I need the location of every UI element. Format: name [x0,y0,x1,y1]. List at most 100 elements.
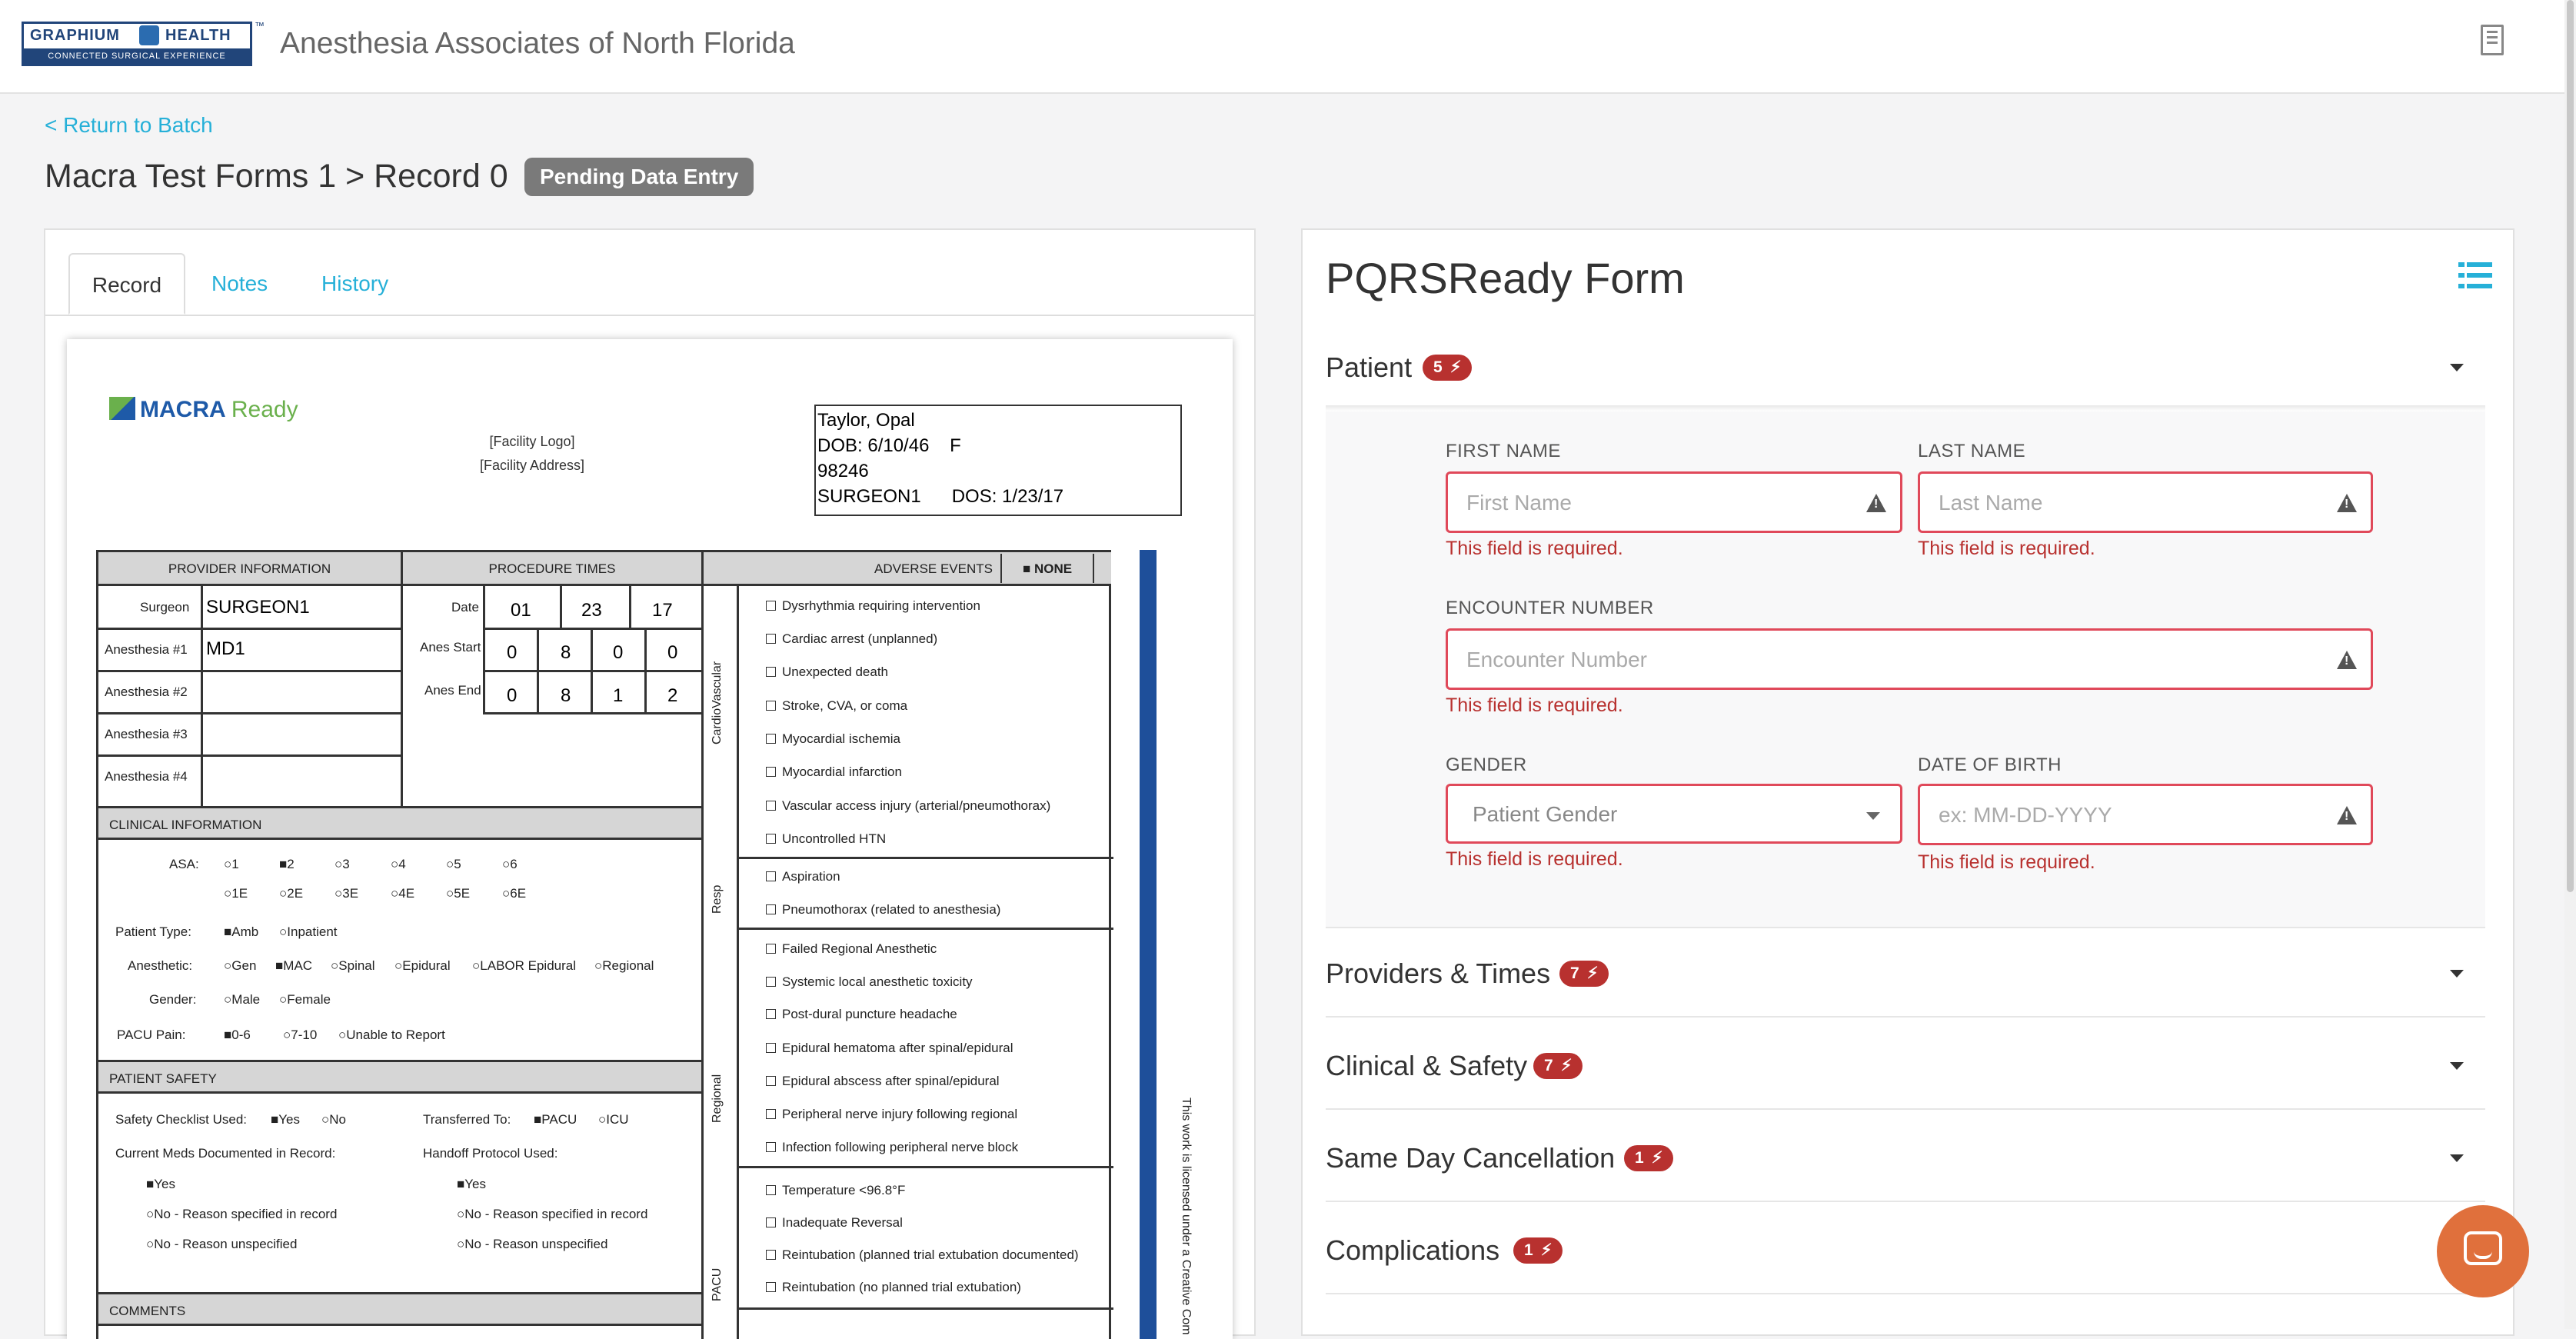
patient-mrn: 98246 [817,461,869,481]
asa-option: ○1 [224,857,239,871]
last-name-input[interactable] [1937,474,2301,532]
chevron-down-icon[interactable] [2450,1154,2464,1162]
gender-select[interactable]: Patient Gender [1446,784,1902,844]
divider [737,586,739,1339]
warning-icon [2337,494,2357,512]
provider-label: Anesthesia #4 [105,769,188,784]
meds-label: Current Meds Documented in Record: [115,1146,336,1161]
last-name-label: LAST NAME [1918,441,2026,461]
encounter-number-field[interactable] [1446,628,2373,690]
group-label-cardiovascular: CardioVascular [711,661,724,744]
divider [629,586,631,628]
chevron-down-icon[interactable] [2450,364,2464,371]
divider [98,628,401,630]
transfer-option: ○ICU [598,1112,629,1127]
anes-option: ■MAC [275,958,313,973]
anes-start-digit: 8 [561,642,571,663]
facility-address: [Facility Address] [479,458,585,473]
anes-end-digit: 1 [613,685,624,706]
anes-start-digit: 0 [613,642,624,663]
provider-header: PROVIDER INFORMATION [98,552,401,586]
anes-end-digit: 2 [667,685,678,706]
section-providers-times[interactable]: Providers & Times 7 ⚡︎ [1326,927,2485,1018]
last-name-field[interactable] [1918,471,2373,533]
divider [98,712,401,714]
meds-option: ○No - Reason specified in record [146,1207,338,1221]
divider [737,1166,1113,1168]
section-same-day-cancellation[interactable]: Same Day Cancellation 1 ⚡︎ [1326,1111,2485,1202]
asa-option: ○6E [502,886,527,901]
tab-record[interactable]: Record [68,253,185,315]
building-icon[interactable] [2481,25,2504,55]
section-title: Providers & Times [1326,958,1551,989]
adverse-item: Uncontrolled HTN [766,831,886,847]
date-label: Date [451,600,479,615]
adverse-item: Systemic local anesthetic toxicity [766,974,973,990]
top-bar: GRAPHIUM HEALTH CONNECTED SURGICAL EXPER… [0,0,2564,94]
leaf-icon [109,397,135,420]
dob-field[interactable] [1918,784,2373,845]
dob-label: DATE OF BIRTH [1918,754,2062,775]
first-name-input[interactable] [1465,474,1830,532]
license-text: This work is licensed under a Creative C… [1180,1098,1193,1335]
ptype-option: ■Amb [224,924,259,939]
divider [98,670,401,672]
transfer-option: ■PACU [534,1112,577,1127]
scanned-form-image[interactable]: MACRA Ready [Facility Logo] [Facility Ad… [67,339,1233,1339]
patient-type-label: Patient Type: [115,924,191,939]
tab-notes[interactable]: Notes [211,253,268,315]
chevron-down-icon[interactable] [2450,1062,2464,1070]
form-grid: PROVIDER INFORMATION PROCEDURE TIMES ADV… [96,550,1113,1339]
asa-option: ○4E [391,886,415,901]
asa-option: ○1E [224,886,248,901]
gender-label: Gender: [149,992,197,1007]
error-count-pill: 1 ⚡︎ [1624,1145,1674,1171]
divider [401,552,403,806]
warning-icon [2337,806,2357,824]
anes-option: ○LABOR Epidural [472,958,577,973]
handoff-option: ○No - Reason unspecified [457,1237,608,1251]
bolt-icon: ⚡︎ [1651,1149,1663,1167]
date-day: 23 [581,600,602,621]
divider [591,628,593,712]
section-clinical-safety[interactable]: Clinical & Safety 7 ⚡︎ [1326,1019,2485,1110]
gender-error: This field is required. [1446,848,1623,870]
chat-launcher-icon[interactable] [2437,1205,2529,1297]
none-checkbox-label[interactable]: ■ NONE [1000,554,1094,583]
asa-option: ○4 [391,857,406,871]
list-icon[interactable] [2458,262,2492,288]
asa-option: ○2E [279,886,304,901]
error-count-pill: 7 ⚡︎ [1559,961,1609,987]
section-patient[interactable]: Patient 5 ⚡︎ [1326,321,2485,411]
scrollbar-thumb[interactable] [2567,0,2574,892]
group-label-resp: Resp [711,884,724,914]
page-title: Macra Test Forms 1 > Record 0 [45,158,508,195]
chevron-down-icon[interactable] [2450,970,2464,978]
bolt-icon: ⚡︎ [1586,964,1599,982]
tab-history[interactable]: History [321,253,388,315]
handoff-option: ■Yes [457,1177,487,1191]
form-title: PQRSReady Form [1326,254,1685,302]
ptype-option: ○Inpatient [279,924,338,939]
provider-label: Surgeon [140,600,190,615]
dob-input[interactable] [1937,786,2301,844]
first-name-field[interactable] [1446,471,1902,533]
encounter-number-input[interactable] [1465,631,2206,689]
handoff-option: ○No - Reason specified in record [457,1207,648,1221]
graphium-logo[interactable]: GRAPHIUM HEALTH CONNECTED SURGICAL EXPER… [22,22,252,66]
divider [737,928,1113,930]
org-name: Anesthesia Associates of North Florida [280,27,795,60]
asa-label: ASA: [169,857,199,871]
divider [483,586,485,712]
patient-name: Taylor, Opal [817,410,915,431]
anes-start-digit: 0 [667,642,678,663]
section-complications[interactable]: Complications 1 ⚡︎ [1326,1204,2485,1294]
anes-start-digit: 0 [507,642,518,663]
bolt-icon: ⚡︎ [1560,1057,1573,1074]
patient-section-body: FIRST NAME This field is required. LAST … [1326,411,2485,928]
page-scrollbar[interactable] [2564,0,2576,1329]
return-to-batch-link[interactable]: < Return to Batch [45,113,213,138]
bolt-icon: ⚡︎ [1540,1241,1553,1259]
bolt-icon: ⚡︎ [1449,358,1462,376]
handoff-label: Handoff Protocol Used: [423,1146,558,1161]
